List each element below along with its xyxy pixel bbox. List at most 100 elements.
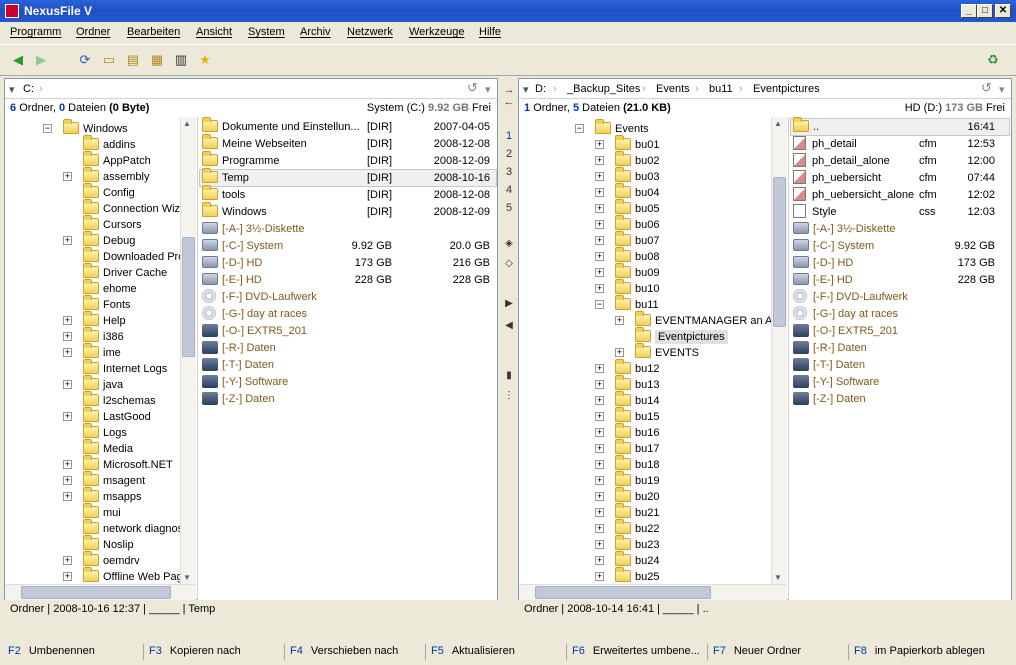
- tree-node[interactable]: + bu16: [519, 423, 771, 441]
- tree-node[interactable]: + EVENTMANAGER an A-fs: [519, 311, 771, 329]
- expand-toggle-icon[interactable]: +: [595, 540, 604, 549]
- copy-icon[interactable]: ▭: [100, 51, 118, 69]
- expand-toggle-icon[interactable]: +: [615, 316, 624, 325]
- file-row[interactable]: [-G-] day at races: [791, 306, 1009, 322]
- maximize-button[interactable]: □: [977, 4, 993, 18]
- tree-node[interactable]: + bu10: [519, 279, 771, 297]
- right-tree-scrollbar[interactable]: ▲ ▼: [771, 117, 787, 584]
- file-row[interactable]: [-Z-] Daten: [200, 391, 496, 407]
- file-row[interactable]: .. 16:41: [790, 117, 1010, 136]
- file-row[interactable]: ph_detail cfm 12:53: [791, 136, 1009, 152]
- file-row[interactable]: [-A-] 3½-Diskette: [200, 221, 496, 237]
- tree-node[interactable]: + bu21: [519, 503, 771, 521]
- path-dropdown-icon[interactable]: ▾: [523, 83, 529, 96]
- function-key-f8[interactable]: F8 im Papierkorb ablegen: [854, 645, 985, 657]
- expand-toggle-icon[interactable]: +: [63, 380, 72, 389]
- file-row[interactable]: [-O-] EXTR5_201: [200, 323, 496, 339]
- expand-toggle-icon[interactable]: +: [595, 572, 604, 581]
- tree-node[interactable]: + msapps: [5, 487, 180, 505]
- expand-toggle-icon[interactable]: +: [595, 188, 604, 197]
- file-row[interactable]: [-C-] System 9.92 GB: [791, 238, 1009, 254]
- film-icon[interactable]: ▥: [172, 51, 190, 69]
- file-row[interactable]: [-E-] HD 228 GB: [791, 272, 1009, 288]
- expand-toggle-icon[interactable]: +: [63, 412, 72, 421]
- tree-node[interactable]: + bu20: [519, 487, 771, 505]
- file-row[interactable]: ph_uebersicht cfm 07:44: [791, 170, 1009, 186]
- expand-toggle-icon[interactable]: +: [595, 460, 604, 469]
- tree-node[interactable]: Config: [5, 183, 180, 201]
- file-row[interactable]: [-T-] Daten: [791, 357, 1009, 373]
- tree-node[interactable]: Downloaded Program Files: [5, 247, 180, 265]
- expand-toggle-icon[interactable]: +: [63, 172, 72, 181]
- move-left-icon[interactable]: ◀: [502, 320, 516, 331]
- menu-item[interactable]: Hilfe: [479, 26, 501, 38]
- file-row[interactable]: Windows [DIR] 2008-12-09: [200, 202, 496, 220]
- tree-node[interactable]: + bu02: [519, 151, 771, 169]
- function-key-f6[interactable]: F6 Erweitertes umbene...: [572, 645, 700, 657]
- tree-node[interactable]: + bu22: [519, 519, 771, 537]
- tree-node[interactable]: + Debug: [5, 231, 180, 249]
- expand-toggle-icon[interactable]: +: [63, 332, 72, 341]
- expand-toggle-icon[interactable]: +: [595, 220, 604, 229]
- tree-node[interactable]: Eventpictures: [519, 327, 771, 345]
- stats-icon[interactable]: ▮: [502, 370, 516, 381]
- compare-icon[interactable]: ◇: [502, 258, 516, 269]
- expand-toggle-icon[interactable]: +: [595, 268, 604, 277]
- tree-node[interactable]: + java: [5, 375, 180, 393]
- history-icon[interactable]: ↺: [981, 80, 992, 96]
- tree-node[interactable]: + Offline Web Pages: [5, 567, 180, 584]
- file-row[interactable]: [-E-] HD 228 GB 228 GB: [200, 272, 496, 288]
- expand-toggle-icon[interactable]: +: [63, 556, 72, 565]
- tree-node[interactable]: + Microsoft.NET: [5, 455, 180, 473]
- move-right-icon[interactable]: ▶: [502, 298, 516, 309]
- function-key-f5[interactable]: F5 Aktualisieren: [431, 645, 515, 657]
- left-tree-scrollbar[interactable]: ▲ ▼: [180, 117, 196, 584]
- tree-node[interactable]: + EVENTS: [519, 343, 771, 361]
- print-icon[interactable]: ▤: [124, 51, 142, 69]
- history-dropdown-icon[interactable]: ▾: [485, 83, 491, 96]
- tree-node[interactable]: Noslip: [5, 535, 180, 553]
- tree-node[interactable]: + i386: [5, 327, 180, 345]
- tree-node[interactable]: mui: [5, 503, 180, 521]
- expand-toggle-icon[interactable]: +: [63, 348, 72, 357]
- copy-right-icon[interactable]: →: [502, 84, 516, 96]
- path-dropdown-icon[interactable]: ▾: [9, 83, 15, 96]
- expand-toggle-icon[interactable]: +: [595, 556, 604, 565]
- tree-node[interactable]: ehome: [5, 279, 180, 297]
- history-icon[interactable]: ↺: [467, 80, 478, 96]
- tree-node[interactable]: AppPatch: [5, 151, 180, 169]
- file-row[interactable]: [-Z-] Daten: [791, 391, 1009, 407]
- right-path-segment[interactable]: bu11: [709, 83, 733, 95]
- tree-node[interactable]: + bu15: [519, 407, 771, 425]
- tree-node[interactable]: + bu18: [519, 455, 771, 473]
- expand-toggle-icon[interactable]: +: [595, 156, 604, 165]
- expand-toggle-icon[interactable]: +: [63, 460, 72, 469]
- file-row[interactable]: [-D-] HD 173 GB: [791, 255, 1009, 271]
- panel-tab[interactable]: 5: [502, 202, 516, 214]
- tree-node[interactable]: + bu13: [519, 375, 771, 393]
- expand-toggle-icon[interactable]: +: [63, 236, 72, 245]
- file-row[interactable]: [-R-] Daten: [200, 340, 496, 356]
- left-tree-hscrollbar[interactable]: [5, 584, 196, 600]
- menu-item[interactable]: Archiv: [300, 26, 331, 38]
- left-path-segment[interactable]: C:: [23, 83, 34, 95]
- tree-node[interactable]: + oemdrv: [5, 551, 180, 569]
- panel-tab[interactable]: 3: [502, 166, 516, 178]
- tree-node[interactable]: addins: [5, 135, 180, 153]
- expand-toggle-icon[interactable]: +: [595, 476, 604, 485]
- close-button[interactable]: ✕: [995, 4, 1011, 18]
- file-row[interactable]: [-T-] Daten: [200, 357, 496, 373]
- tree-node[interactable]: + bu24: [519, 551, 771, 569]
- expand-toggle-icon[interactable]: −: [43, 124, 52, 133]
- file-row[interactable]: [-C-] System 9.92 GB 20.0 GB: [200, 238, 496, 254]
- file-row[interactable]: [-A-] 3½-Diskette: [791, 221, 1009, 237]
- menu-item[interactable]: Werkzeuge: [409, 26, 464, 38]
- menu-item[interactable]: Bearbeiten: [127, 26, 180, 38]
- right-path-segment[interactable]: Eventpictures: [753, 83, 820, 95]
- expand-toggle-icon[interactable]: +: [595, 396, 604, 405]
- expand-toggle-icon[interactable]: −: [575, 124, 584, 133]
- back-icon[interactable]: ◀: [9, 51, 27, 69]
- file-row[interactable]: Dokumente und Einstellun... [DIR] 2007-04-…: [200, 117, 496, 135]
- hscroll-thumb[interactable]: [535, 586, 711, 599]
- file-row[interactable]: Programme [DIR] 2008-12-09: [200, 151, 496, 169]
